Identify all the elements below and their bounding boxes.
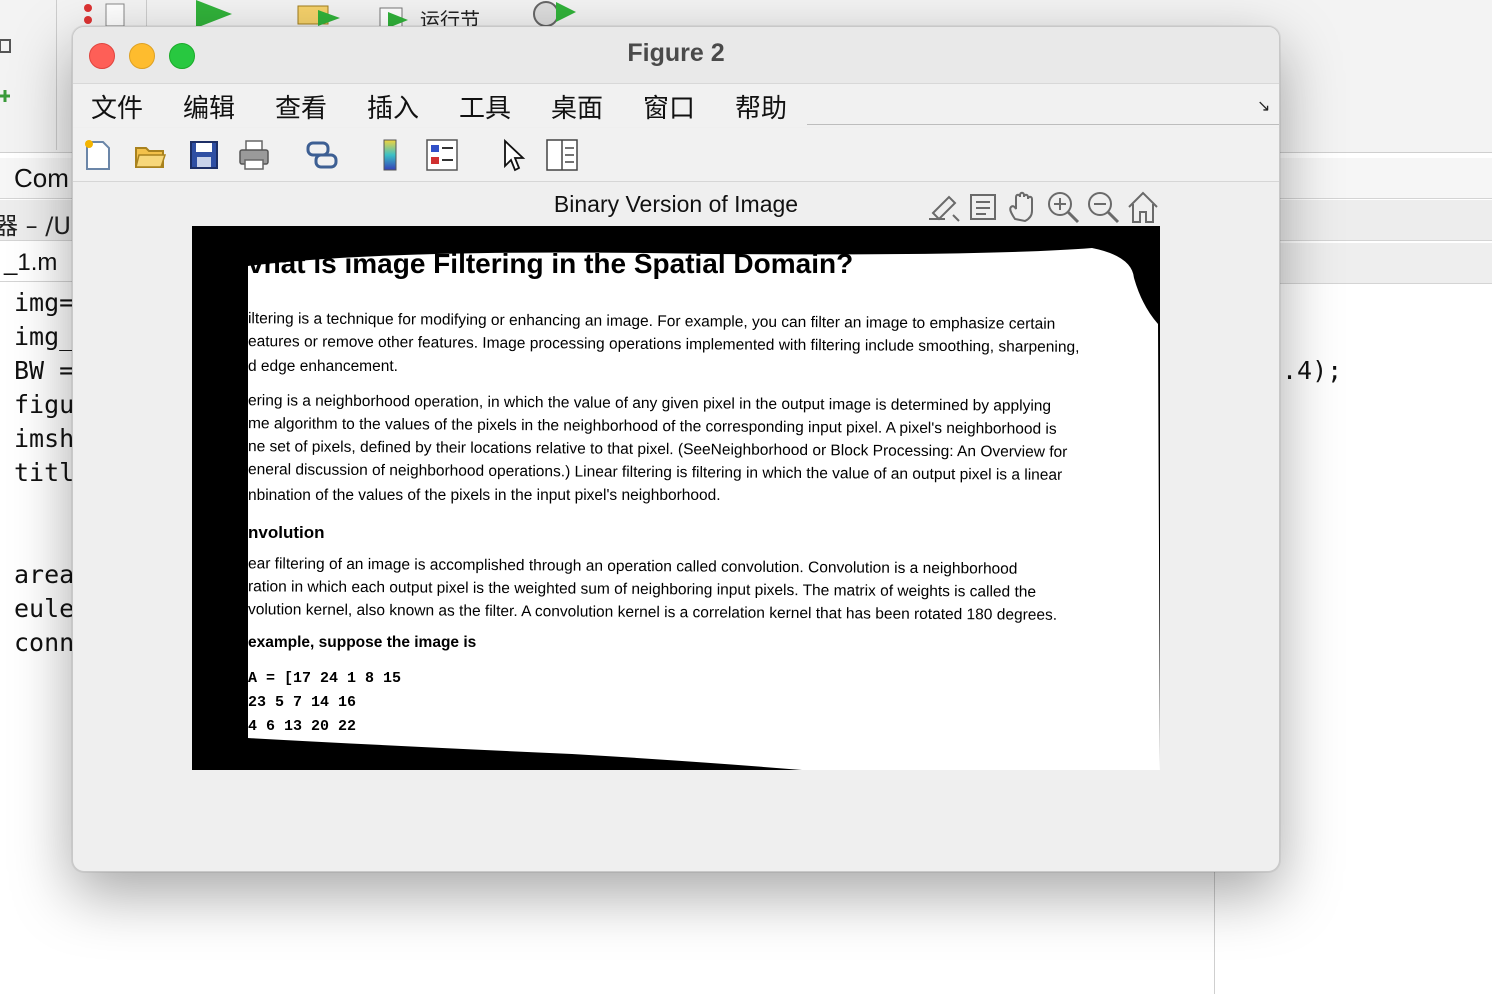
dock-arrow-icon[interactable]: ↘ xyxy=(1257,96,1270,116)
open-file-icon[interactable] xyxy=(133,138,167,172)
image-subheading: nvolution xyxy=(248,523,325,542)
image-matrix-row: 23 5 7 14 16 xyxy=(248,694,357,711)
data-tips-icon[interactable] xyxy=(965,189,1001,225)
figure-window: Figure 2 文件 编辑 查看 插入 工具 桌面 窗口 帮助 ↘ Binar… xyxy=(72,26,1280,872)
menu-view[interactable]: 查看 xyxy=(275,88,327,125)
code-line: area xyxy=(14,560,75,589)
new-figure-icon[interactable] xyxy=(81,138,115,172)
image-matrix-row: 4 6 13 20 22 xyxy=(248,718,357,735)
colorbar-icon[interactable] xyxy=(373,138,407,172)
zoom-in-icon[interactable] xyxy=(1045,189,1081,225)
panel-divider xyxy=(1214,868,1215,994)
save-icon[interactable] xyxy=(187,138,221,172)
toolstrip-divider xyxy=(56,0,57,150)
menu-help[interactable]: 帮助 xyxy=(735,88,787,125)
window-title: Figure 2 xyxy=(627,39,725,67)
code-line: titl xyxy=(14,458,75,487)
menu-tools[interactable]: 工具 xyxy=(459,88,511,125)
figure-toolbar xyxy=(73,128,1279,182)
image-matrix-row: A = [17 24 1 8 15 xyxy=(248,670,402,687)
menu-insert[interactable]: 插入 xyxy=(367,88,419,125)
restore-view-home-icon[interactable] xyxy=(1125,189,1161,225)
code-line: img= xyxy=(14,288,75,317)
code-line: conn xyxy=(14,628,75,657)
run-icon[interactable] xyxy=(192,0,234,28)
image-heading: vnat is image Filtering in the Spatial D… xyxy=(248,248,854,279)
code-line: BW = xyxy=(14,356,75,385)
background-panel-header xyxy=(1278,243,1492,284)
image-text-line: nbination of the values of the pixels in… xyxy=(248,487,721,504)
menu-desktop[interactable]: 桌面 xyxy=(551,88,603,125)
legend-icon[interactable] xyxy=(425,138,459,172)
editor-path-label: 器 – /U xyxy=(0,212,71,240)
code-line: imsh xyxy=(14,424,75,453)
menu-bar: 文件 编辑 查看 插入 工具 桌面 窗口 帮助 ↘ xyxy=(73,84,1279,127)
link-plot-icon[interactable] xyxy=(305,138,339,172)
editor-file-tab[interactable]: _1.m xyxy=(0,243,80,282)
edit-plot-arrow-icon[interactable] xyxy=(495,138,529,172)
run-and-time-icon[interactable] xyxy=(528,0,578,28)
image-text-line: d edge enhancement. xyxy=(248,358,398,375)
property-inspector-icon[interactable] xyxy=(545,138,579,172)
window-titlebar[interactable]: Figure 2 xyxy=(73,27,1279,84)
menu-edit[interactable]: 编辑 xyxy=(183,88,235,125)
code-line: figu xyxy=(14,390,75,419)
binary-image[interactable]: vnat is image Filtering in the Spatial D… xyxy=(192,226,1160,770)
print-icon[interactable] xyxy=(237,138,271,172)
code-line: img_ xyxy=(14,322,75,351)
editor-file-tab-label: _1.m xyxy=(4,249,58,276)
toolstrip-small-icons xyxy=(0,39,11,102)
pan-hand-icon[interactable] xyxy=(1005,189,1041,225)
code-line: eule xyxy=(14,594,75,623)
code-fragment: .4); xyxy=(1282,356,1343,385)
run-and-advance-icon[interactable] xyxy=(294,0,342,28)
menu-window[interactable]: 窗口 xyxy=(643,88,695,125)
axes-toolbar xyxy=(925,189,1163,227)
menu-file[interactable]: 文件 xyxy=(91,88,143,125)
command-window-label: Com xyxy=(14,163,69,193)
image-text-line: example, suppose the image is xyxy=(248,634,477,651)
zoom-out-icon[interactable] xyxy=(1085,189,1121,225)
brush-icon[interactable] xyxy=(925,189,961,225)
menu-divider xyxy=(807,124,1279,125)
